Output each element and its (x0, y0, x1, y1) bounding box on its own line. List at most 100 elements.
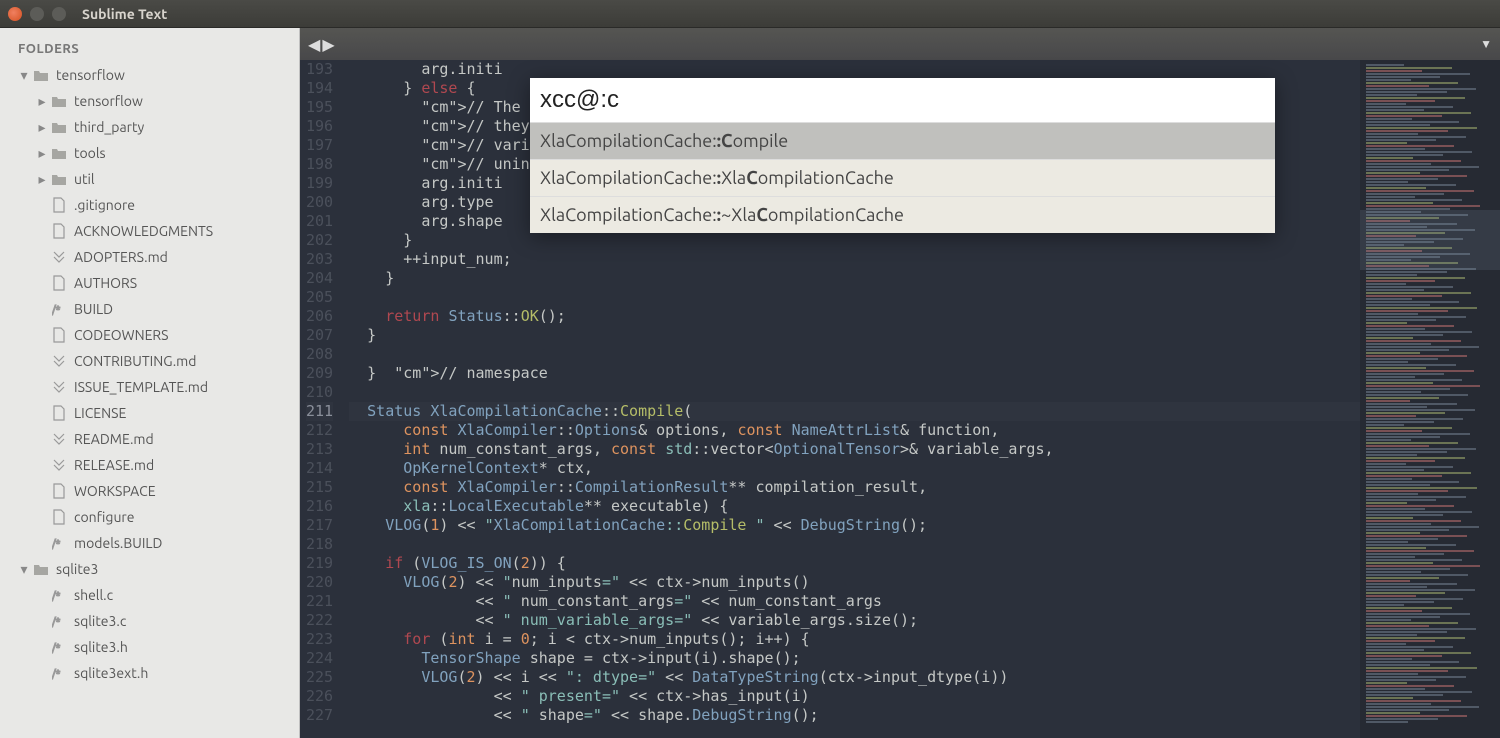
code-line[interactable]: } (349, 269, 1360, 288)
line-number: 202 (306, 231, 333, 250)
code-line[interactable]: VLOG(2) << "num_inputs=" << ctx->num_inp… (349, 573, 1360, 592)
code-line[interactable]: << " shape=" << shape.DebugString(); (349, 706, 1360, 725)
code-line[interactable]: OpKernelContext* ctx, (349, 459, 1360, 478)
code-line[interactable] (349, 288, 1360, 307)
folder-icon (50, 93, 68, 109)
file-icon (50, 509, 68, 525)
tree-file[interactable]: ADOPTERS.md (0, 244, 299, 270)
tree-file[interactable]: ISSUE_TEMPLATE.md (0, 374, 299, 400)
minimize-icon[interactable] (30, 7, 44, 21)
chevron-down-icon[interactable]: ▾ (18, 69, 30, 81)
tree-file[interactable]: RELEASE.md (0, 452, 299, 478)
line-number: 209 (306, 364, 333, 383)
tree-label: WORKSPACE (74, 483, 156, 499)
tree-file[interactable]: /*sqlite3.c (0, 608, 299, 634)
tree-label: configure (74, 509, 134, 525)
nav-forward-icon[interactable]: ▶ (322, 35, 334, 54)
close-icon[interactable] (8, 7, 22, 21)
goto-result[interactable]: XlaCompilationCache::XlaCompilationCache (530, 159, 1275, 196)
line-number: 219 (306, 554, 333, 573)
tree-folder[interactable]: ▸ tensorflow (0, 88, 299, 114)
file-icon (50, 223, 68, 239)
line-number: 203 (306, 250, 333, 269)
code-line[interactable]: Status XlaCompilationCache::Compile( (349, 402, 1360, 421)
tree-file[interactable]: /*shell.c (0, 582, 299, 608)
code-line[interactable]: } "cm">// namespace (349, 364, 1360, 383)
tree-label: tools (74, 145, 106, 161)
code-line[interactable]: for (int i = 0; i < ctx->num_inputs(); i… (349, 630, 1360, 649)
line-number: 213 (306, 440, 333, 459)
code-line[interactable]: xla::LocalExecutable** executable) { (349, 497, 1360, 516)
chevron-right-icon[interactable]: ▸ (36, 173, 48, 185)
tree-label: tensorflow (74, 93, 143, 109)
tree-folder[interactable]: ▾ sqlite3 (0, 556, 299, 582)
tree-file[interactable]: README.md (0, 426, 299, 452)
line-number: 199 (306, 174, 333, 193)
minimap[interactable] (1360, 60, 1500, 738)
tree-file[interactable]: /*sqlite3ext.h (0, 660, 299, 686)
tree-label: CODEOWNERS (74, 327, 169, 343)
code-line[interactable]: if (VLOG_IS_ON(2)) { (349, 554, 1360, 573)
nav-back-icon[interactable]: ◀ (308, 35, 320, 54)
tree-file[interactable]: ACKNOWLEDGMENTS (0, 218, 299, 244)
tree-label: sqlite3.c (74, 613, 126, 629)
line-number: 200 (306, 193, 333, 212)
tree-folder[interactable]: ▸util (0, 166, 299, 192)
tree-label: ADOPTERS.md (74, 249, 168, 265)
tree-file[interactable]: AUTHORS (0, 270, 299, 296)
code-line[interactable]: return Status::OK(); (349, 307, 1360, 326)
tree-folder[interactable]: ▸ tools (0, 140, 299, 166)
goto-input[interactable] (530, 78, 1275, 122)
code-line[interactable]: const XlaCompiler::CompilationResult** c… (349, 478, 1360, 497)
md-icon (50, 379, 68, 395)
code-line[interactable]: const XlaCompiler::Options& options, con… (349, 421, 1360, 440)
chevron-right-icon[interactable]: ▸ (36, 121, 48, 133)
code-line[interactable]: int num_constant_args, const std::vector… (349, 440, 1360, 459)
code-line[interactable]: TensorShape shape = ctx->input(i).shape(… (349, 649, 1360, 668)
tree-folder[interactable]: ▾ tensorflow (0, 62, 299, 88)
tree-file[interactable]: CODEOWNERS (0, 322, 299, 348)
tree-label: sqlite3 (56, 561, 98, 577)
folder-icon (50, 171, 68, 187)
code-line[interactable] (349, 383, 1360, 402)
chevron-down-icon[interactable]: ▾ (18, 563, 30, 575)
code-line[interactable]: VLOG(2) << i << ": dtype=" << DataTypeSt… (349, 668, 1360, 687)
line-number: 218 (306, 535, 333, 554)
code-line[interactable]: << " num_constant_args=" << num_constant… (349, 592, 1360, 611)
tree-label: sqlite3.h (74, 639, 128, 655)
tree-label: RELEASE.md (74, 457, 154, 473)
tree-file[interactable]: /*BUILD (0, 296, 299, 322)
chevron-right-icon[interactable]: ▸ (36, 95, 48, 107)
tree-folder[interactable]: ▸third_party (0, 114, 299, 140)
chevron-right-icon[interactable]: ▸ (36, 147, 48, 159)
tree-file[interactable]: CONTRIBUTING.md (0, 348, 299, 374)
minimap-viewport[interactable] (1360, 210, 1500, 270)
code-line[interactable] (349, 535, 1360, 554)
code-line[interactable]: } (349, 326, 1360, 345)
code-line[interactable]: } (349, 231, 1360, 250)
tree-file[interactable]: .gitignore (0, 192, 299, 218)
goto-result[interactable]: XlaCompilationCache::Compile (530, 122, 1275, 159)
code-line[interactable]: arg.initi (349, 60, 1360, 79)
tree-file[interactable]: /*sqlite3.h (0, 634, 299, 660)
code-line[interactable] (349, 345, 1360, 364)
tree-file[interactable]: configure (0, 504, 299, 530)
code-line[interactable]: << " present=" << ctx->has_input(i) (349, 687, 1360, 706)
line-number: 220 (306, 573, 333, 592)
tree-file[interactable]: WORKSPACE (0, 478, 299, 504)
md-icon (50, 353, 68, 369)
goto-result[interactable]: XlaCompilationCache::~XlaCompilationCach… (530, 196, 1275, 233)
maximize-icon[interactable] (52, 7, 66, 21)
code-line[interactable]: ++input_num; (349, 250, 1360, 269)
tree-file[interactable]: LICENSE (0, 400, 299, 426)
svg-text:/*: /* (52, 590, 61, 601)
code-file-icon: /* (50, 301, 68, 317)
code-line[interactable]: VLOG(1) << "XlaCompilationCache::Compile… (349, 516, 1360, 535)
tree-file[interactable]: /*models.BUILD (0, 530, 299, 556)
tree-label: tensorflow (56, 67, 125, 83)
code-line[interactable]: << " num_variable_args=" << variable_arg… (349, 611, 1360, 630)
tab-menu-icon[interactable]: ▼ (1480, 37, 1492, 51)
line-number: 221 (306, 592, 333, 611)
line-number: 195 (306, 98, 333, 117)
folder-icon (32, 561, 50, 577)
